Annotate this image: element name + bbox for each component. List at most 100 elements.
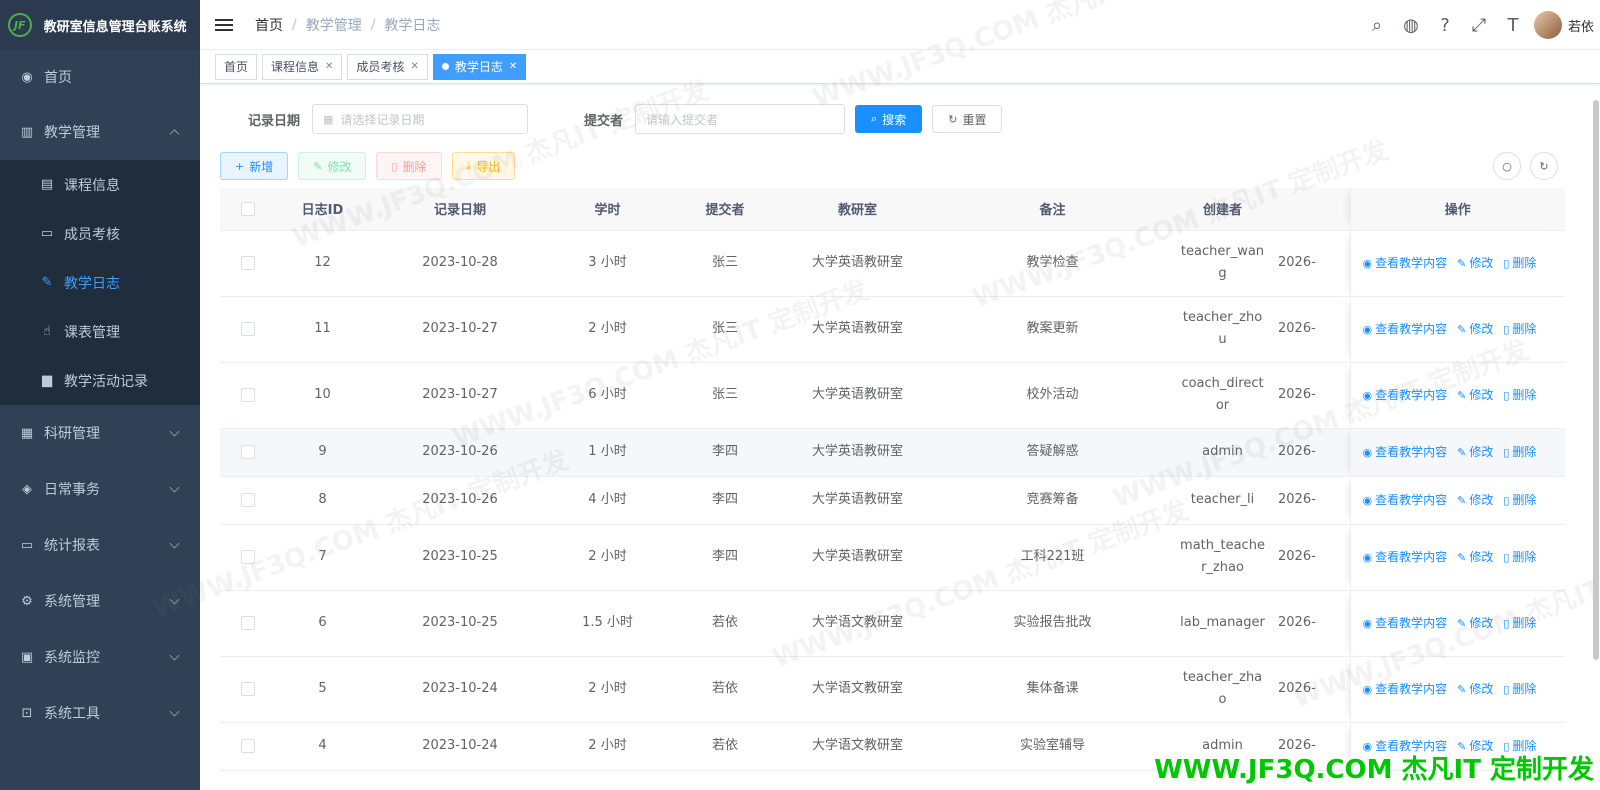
search-icon[interactable]: ⌕: [1360, 15, 1394, 36]
sidebar-item-system-monitor[interactable]: ▣ 系统监控: [0, 629, 200, 685]
avatar[interactable]: [1533, 11, 1562, 39]
row-checkbox[interactable]: [240, 255, 255, 270]
app-logo-area[interactable]: JF 教研室信息管理台账系统: [0, 0, 200, 50]
row-checkbox[interactable]: [240, 615, 255, 630]
table-row[interactable]: 9 2023-10-26 1 小时 李四 大学英语教研室 答疑解惑 admin 2026- ◉ 查…: [220, 428, 1565, 477]
cell-creator: admin: [1175, 428, 1270, 477]
table-row[interactable]: 6 2023-10-25 1.5 小时 若依 大学语文教研室 实验报告批改 lab_mana…: [220, 590, 1565, 657]
close-icon[interactable]: ✕: [410, 61, 418, 72]
row-select-cell[interactable]: [220, 476, 275, 525]
cell-creator: teacher_zhao: [1175, 656, 1270, 723]
delete-link[interactable]: ▯ 删除: [1503, 322, 1536, 336]
row-checkbox[interactable]: [240, 387, 255, 402]
row-select-cell[interactable]: [220, 428, 275, 477]
row-select-cell[interactable]: [220, 656, 275, 723]
row-checkbox[interactable]: [240, 444, 255, 459]
sidebar-item-schedule[interactable]: ☝ 课表管理: [0, 307, 200, 356]
delete-button[interactable]: ▯ 删除: [376, 152, 442, 180]
breadcrumb-home[interactable]: 首页: [255, 15, 283, 35]
view-content-link[interactable]: ◉ 查看教学内容: [1363, 682, 1448, 696]
add-button[interactable]: + 新增: [220, 152, 289, 180]
help-icon[interactable]: ?: [1428, 15, 1462, 36]
github-icon[interactable]: ◍: [1394, 15, 1428, 36]
select-all-checkbox[interactable]: [240, 201, 255, 216]
sidebar-item-daily-affairs[interactable]: ◈ 日常事务: [0, 461, 200, 517]
toggle-search-button[interactable]: ○: [1493, 152, 1521, 180]
close-icon[interactable]: ✕: [325, 61, 333, 72]
hamburger-icon[interactable]: [215, 16, 233, 34]
edit-link[interactable]: ✎ 修改: [1457, 550, 1493, 564]
sidebar-item-home[interactable]: ◉ 首页: [0, 50, 200, 104]
sidebar-item-teaching-log[interactable]: ✎ 教学日志: [0, 258, 200, 307]
select-all-cell[interactable]: [220, 188, 275, 231]
row-checkbox[interactable]: [240, 492, 255, 507]
sidebar-item-activity-records[interactable]: ▆ 教学活动记录: [0, 356, 200, 405]
sidebar-item-course-info[interactable]: ▤ 课程信息: [0, 160, 200, 209]
cell-hours: 4 小时: [550, 476, 665, 525]
font-size-icon[interactable]: T: [1496, 15, 1530, 36]
edit-link[interactable]: ✎ 修改: [1457, 616, 1493, 630]
row-checkbox[interactable]: [240, 738, 255, 753]
delete-link[interactable]: ▯ 删除: [1503, 682, 1536, 696]
view-content-link[interactable]: ◉ 查看教学内容: [1363, 388, 1448, 402]
delete-link[interactable]: ▯ 删除: [1503, 388, 1536, 402]
date-picker[interactable]: ▦ 请选择记录日期: [312, 104, 529, 134]
tag-course-info[interactable]: 课程信息 ✕: [262, 53, 343, 80]
reset-button[interactable]: ↻ 重置: [932, 105, 1003, 133]
table-row[interactable]: 7 2023-10-25 2 小时 李四 大学英语教研室 工科221班 math_teach…: [220, 524, 1565, 591]
row-select-cell[interactable]: [220, 230, 275, 297]
submitter-input[interactable]: 请输入提交者: [635, 104, 846, 134]
delete-link[interactable]: ▯ 删除: [1503, 445, 1536, 459]
tag-member-assessment[interactable]: 成员考核 ✕: [347, 53, 428, 80]
sidebar-item-teaching[interactable]: ▥ 教学管理: [0, 104, 200, 160]
edit-link[interactable]: ✎ 修改: [1457, 493, 1493, 507]
fullscreen-icon[interactable]: ⤢: [1462, 15, 1496, 36]
tag-teaching-log[interactable]: 教学日志 ✕: [432, 53, 527, 80]
edit-link[interactable]: ✎ 修改: [1457, 682, 1493, 696]
row-select-cell[interactable]: [220, 296, 275, 363]
delete-link[interactable]: ▯ 删除: [1503, 493, 1536, 507]
delete-link[interactable]: ▯ 删除: [1503, 550, 1536, 564]
row-select-cell[interactable]: [220, 590, 275, 657]
username[interactable]: 若依: [1568, 16, 1594, 35]
delete-link[interactable]: ▯ 删除: [1503, 256, 1536, 270]
scrollbar-thumb[interactable]: [1593, 100, 1599, 660]
row-checkbox[interactable]: [240, 549, 255, 564]
row-checkbox[interactable]: [240, 321, 255, 336]
table-row[interactable]: 12 2023-10-28 3 小时 张三 大学英语教研室 教学检查 teacher_wan…: [220, 230, 1565, 297]
sidebar-item-system-management[interactable]: ⚙ 系统管理: [0, 573, 200, 629]
row-select-cell[interactable]: [220, 362, 275, 429]
table-row[interactable]: 5 2023-10-24 2 小时 若依 大学语文教研室 集体备课 teacher_zhao…: [220, 656, 1565, 723]
view-content-link[interactable]: ◉ 查看教学内容: [1363, 493, 1448, 507]
view-content-link[interactable]: ◉ 查看教学内容: [1363, 445, 1448, 459]
table-row[interactable]: 10 2023-10-27 6 小时 张三 大学英语教研室 校外活动 coach_direc…: [220, 362, 1565, 429]
view-content-link[interactable]: ◉ 查看教学内容: [1363, 616, 1448, 630]
sidebar-item-label: 课表管理: [64, 324, 120, 341]
edit-button[interactable]: ✎ 修改: [298, 152, 367, 180]
search-button[interactable]: ⌕ 搜索: [855, 105, 923, 133]
edit-link[interactable]: ✎ 修改: [1457, 256, 1493, 270]
refresh-button[interactable]: ↻: [1530, 152, 1558, 180]
edit-link[interactable]: ✎ 修改: [1457, 388, 1493, 402]
row-select-cell[interactable]: [220, 524, 275, 591]
edit-link[interactable]: ✎ 修改: [1457, 445, 1493, 459]
view-content-link[interactable]: ◉ 查看教学内容: [1363, 256, 1448, 270]
sidebar-item-system-tools[interactable]: ⊡ 系统工具: [0, 685, 200, 741]
delete-link[interactable]: ▯ 删除: [1503, 616, 1536, 630]
sidebar-item-reports[interactable]: ▭ 统计报表: [0, 517, 200, 573]
close-icon[interactable]: ✕: [509, 61, 517, 72]
row-select-cell[interactable]: [220, 722, 275, 771]
table-row[interactable]: 8 2023-10-26 4 小时 李四 大学英语教研室 竞赛筹备 teacher_li 20…: [220, 476, 1565, 525]
eye-icon: ◉: [1362, 616, 1373, 630]
page-scrollbar[interactable]: [1592, 0, 1600, 790]
tag-home[interactable]: 首页: [215, 53, 258, 80]
export-button[interactable]: ⤓ 导出: [451, 152, 516, 180]
sidebar-item-member-assessment[interactable]: ▭ 成员考核: [0, 209, 200, 258]
table-row[interactable]: 11 2023-10-27 2 小时 张三 大学英语教研室 教案更新 teacher_zho…: [220, 296, 1565, 363]
view-content-label: 查看教学内容: [1375, 387, 1448, 402]
row-checkbox[interactable]: [240, 681, 255, 696]
view-content-link[interactable]: ◉ 查看教学内容: [1363, 550, 1448, 564]
sidebar-item-research[interactable]: ▦ 科研管理: [0, 405, 200, 461]
edit-link[interactable]: ✎ 修改: [1457, 322, 1493, 336]
view-content-link[interactable]: ◉ 查看教学内容: [1363, 322, 1448, 336]
